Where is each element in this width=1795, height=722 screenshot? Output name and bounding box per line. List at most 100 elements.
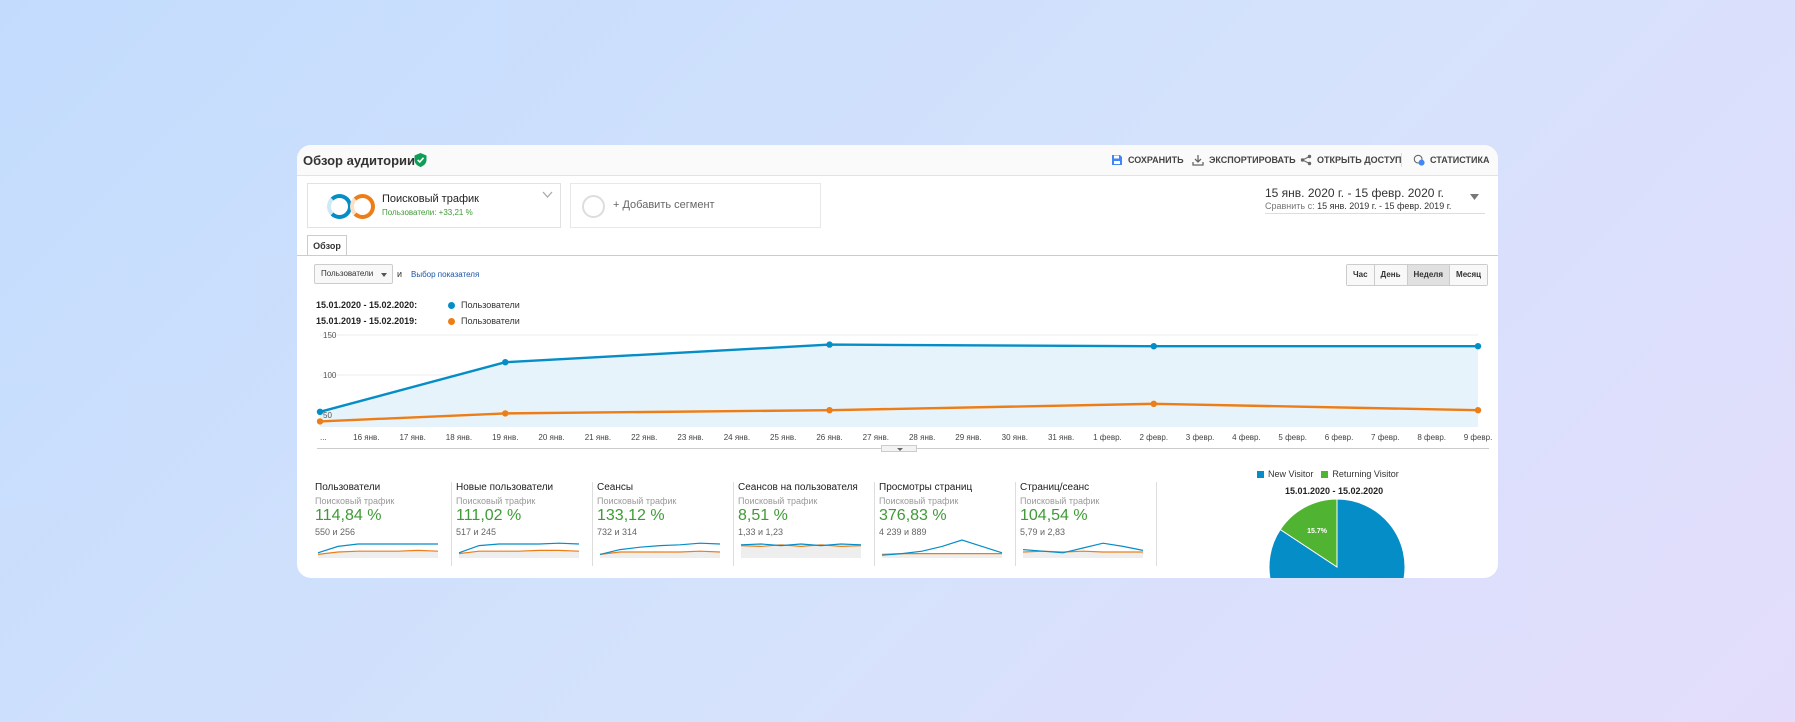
date-range-picker[interactable]: 15 янв. 2020 г. - 15 февр. 2020 г. bbox=[1265, 186, 1444, 200]
pie-slice-label: 15.7% bbox=[1307, 528, 1328, 535]
metric-tile[interactable]: Сеансов на пользователя Поисковый трафик 8… bbox=[738, 482, 871, 567]
granularity-hour-button[interactable]: Час bbox=[1347, 265, 1374, 285]
x-tick-label: 26 янв. bbox=[816, 433, 842, 442]
chart-resize-handle[interactable] bbox=[881, 445, 917, 452]
analytics-panel: Обзор аудитории СОХРАНИТЬ ЭКСПОРТИРОВАТЬ… bbox=[297, 145, 1498, 578]
granularity-month-button[interactable]: Месяц bbox=[1449, 265, 1488, 285]
legend-square-blue-icon bbox=[1257, 471, 1264, 478]
data-point-0[interactable] bbox=[826, 341, 833, 348]
pie-legend: New Visitor Returning Visitor bbox=[1257, 469, 1399, 479]
y-tick-label: 100 bbox=[323, 371, 337, 380]
x-tick-label: 24 янв. bbox=[724, 433, 750, 442]
segment-ring-orange-icon bbox=[350, 194, 375, 219]
pick-metric-link[interactable]: Выбор показателя bbox=[411, 270, 479, 279]
metric-tile-percent: 133,12 % bbox=[597, 507, 665, 524]
granularity-week-button[interactable]: Неделя bbox=[1406, 265, 1450, 285]
y-tick-label: 150 bbox=[323, 331, 337, 340]
metric-sparkline bbox=[599, 542, 721, 558]
tab-divider bbox=[297, 255, 1498, 256]
add-segment-button[interactable]: + Добавить сегмент bbox=[570, 183, 821, 228]
metric-tile-values: 1,33 и 1,23 bbox=[738, 527, 784, 537]
metric-tile[interactable]: Пользователи Поисковый трафик 114,84 % 550 … bbox=[315, 482, 448, 567]
metric-tile-values: 517 и 245 bbox=[456, 527, 497, 537]
data-point-1[interactable] bbox=[826, 407, 833, 414]
data-point-0[interactable] bbox=[1150, 343, 1157, 350]
data-point-1[interactable] bbox=[502, 410, 509, 417]
x-tick-label: 7 февр. bbox=[1371, 433, 1400, 442]
x-tick-label: 22 янв. bbox=[631, 433, 657, 442]
compare-dates: 15 янв. 2019 г. - 15 февр. 2019 г. bbox=[1317, 201, 1452, 211]
save-icon bbox=[1112, 155, 1122, 165]
save-button[interactable]: СОХРАНИТЬ bbox=[1111, 154, 1184, 166]
segment-search-traffic[interactable]: Поисковый трафик Пользователи: +33,21 % bbox=[307, 183, 561, 228]
users-line-chart: 150 100 50... 16 янв. 17 янв. 18 янв. 19 янв. 2… bbox=[316, 331, 1492, 442]
tile-divider bbox=[874, 482, 875, 566]
pie-legend-new-label: New Visitor bbox=[1268, 469, 1314, 479]
metric-tile-percent: 8,51 % bbox=[738, 507, 788, 524]
toolbar-divider bbox=[1401, 153, 1402, 167]
x-tick-label: 25 янв. bbox=[770, 433, 796, 442]
metric-sparkline bbox=[1022, 542, 1144, 558]
legend-label-previous: Пользователи bbox=[461, 316, 520, 326]
metric-tile[interactable]: Сеансы Поисковый трафик 133,12 % 732 и 314 bbox=[597, 482, 730, 567]
compare-label: Сравнить с: bbox=[1265, 201, 1315, 211]
metric-tile-values: 5,79 и 2,83 bbox=[1020, 527, 1066, 537]
and-label: и bbox=[397, 269, 403, 279]
metric-tile-percent: 376,83 % bbox=[879, 507, 947, 524]
x-tick-label: 4 февр. bbox=[1232, 433, 1261, 442]
metric-tile-title: Сеансов на пользователя bbox=[738, 482, 858, 493]
x-tick-label: 3 февр. bbox=[1186, 433, 1215, 442]
metric-tile-values: 550 и 256 bbox=[315, 527, 356, 537]
x-tick-label: 19 янв. bbox=[492, 433, 518, 442]
metric-tile-percent: 104,54 % bbox=[1020, 507, 1088, 524]
metric-tile-values: 4 239 и 889 bbox=[879, 527, 927, 537]
metric-tile-segment: Поисковый трафик bbox=[738, 496, 818, 506]
compare-range: Сравнить с: 15 янв. 2019 г. - 15 февр. 2… bbox=[1265, 201, 1451, 211]
report-header: Обзор аудитории СОХРАНИТЬ ЭКСПОРТИРОВАТЬ… bbox=[297, 145, 1498, 176]
insights-icon bbox=[1413, 154, 1425, 166]
page-title: Обзор аудитории bbox=[303, 153, 416, 168]
date-dropdown-icon[interactable] bbox=[1470, 194, 1479, 200]
export-label: ЭКСПОРТИРОВАТЬ bbox=[1209, 155, 1296, 165]
metric-select-value: Пользователи bbox=[321, 269, 374, 278]
data-point-0[interactable] bbox=[1474, 343, 1482, 350]
tab-overview[interactable]: Обзор bbox=[307, 235, 347, 255]
share-button[interactable]: ОТКРЫТЬ ДОСТУП bbox=[1300, 154, 1402, 166]
add-segment-label: + Добавить сегмент bbox=[613, 199, 715, 211]
x-tick-label: 27 янв. bbox=[863, 433, 889, 442]
date-underline bbox=[1265, 213, 1485, 214]
export-button[interactable]: ЭКСПОРТИРОВАТЬ bbox=[1192, 154, 1296, 166]
metric-select[interactable]: Пользователи bbox=[314, 264, 393, 284]
metric-tile[interactable]: Новые пользователи Поисковый трафик 111,02… bbox=[456, 482, 589, 567]
x-tick-label: 2 февр. bbox=[1139, 433, 1168, 442]
x-tick-label: 21 янв. bbox=[585, 433, 611, 442]
metric-tile[interactable]: Страниц/сеанс Поисковый трафик 104,54 % 5,7… bbox=[1020, 482, 1153, 567]
tile-divider bbox=[1156, 482, 1157, 566]
metric-sparkline bbox=[458, 542, 580, 558]
statistics-button[interactable]: СТАТИСТИКА bbox=[1413, 154, 1489, 166]
pie-legend-returning: Returning Visitor bbox=[1321, 469, 1399, 479]
legend-dot-blue-icon bbox=[448, 302, 455, 309]
segment-ring-blue-icon bbox=[327, 194, 352, 219]
share-icon bbox=[1300, 154, 1312, 166]
x-tick-label: 8 февр. bbox=[1417, 433, 1446, 442]
x-tick-label: 16 янв. bbox=[353, 433, 379, 442]
data-point-1[interactable] bbox=[1474, 407, 1482, 414]
metric-tile-values: 732 и 314 bbox=[597, 527, 638, 537]
segment-change: Пользователи: +33,21 % bbox=[382, 208, 473, 217]
metric-tile-percent: 111,02 % bbox=[456, 507, 522, 524]
data-point-0[interactable] bbox=[502, 359, 509, 366]
pie-legend-returning-label: Returning Visitor bbox=[1332, 469, 1399, 479]
x-tick-label: 17 янв. bbox=[399, 433, 425, 442]
chevron-down-icon[interactable] bbox=[542, 191, 553, 199]
legend-square-green-icon bbox=[1321, 471, 1329, 478]
tile-divider bbox=[592, 482, 593, 566]
x-tick-label: 31 янв. bbox=[1048, 433, 1074, 442]
x-tick-label: ... bbox=[320, 433, 327, 442]
legend-date-previous: 15.01.2019 - 15.02.2019: bbox=[316, 316, 418, 326]
metric-tile-segment: Поисковый трафик bbox=[597, 496, 677, 506]
granularity-day-button[interactable]: День bbox=[1373, 265, 1407, 285]
data-point-1[interactable] bbox=[1150, 400, 1157, 407]
metric-tile[interactable]: Просмотры страниц Поисковый трафик 376,83 … bbox=[879, 482, 1012, 567]
metric-sparkline bbox=[881, 539, 1003, 558]
